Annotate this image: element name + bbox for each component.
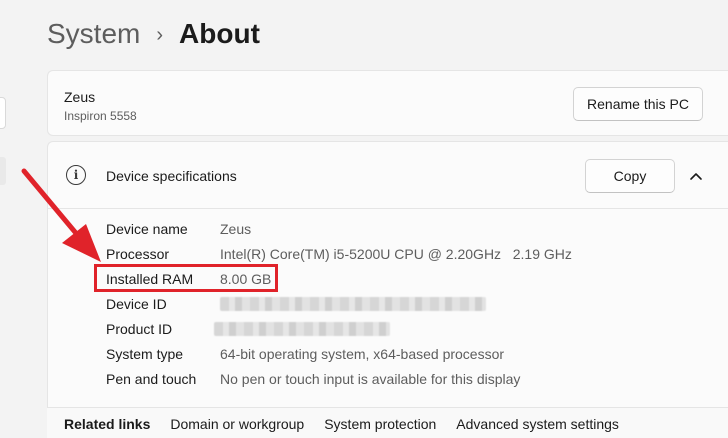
spec-value: No pen or touch input is available for t…: [220, 371, 521, 387]
spec-value: 64-bit operating system, x64-based proce…: [220, 346, 505, 362]
device-specifications-title: Device specifications: [106, 168, 237, 184]
device-specifications-card: i Device specifications Copy Device name…: [47, 141, 728, 438]
spec-label: Product ID: [106, 321, 173, 337]
spec-row-system-type: System type 64-bit operating system, x64…: [106, 343, 504, 365]
spec-row-product-id: Product ID: [106, 318, 390, 340]
redacted-device-id: [220, 297, 486, 311]
spec-row-device-name: Device name Zeus: [106, 218, 251, 240]
chevron-up-icon[interactable]: [686, 166, 706, 186]
link-advanced-system-settings[interactable]: Advanced system settings: [456, 416, 619, 432]
spec-value: 8.00 GB: [220, 271, 272, 287]
spec-row-processor: Processor Intel(R) Core(TM) i5-5200U CPU…: [106, 243, 572, 265]
breadcrumb-system[interactable]: System: [47, 18, 140, 50]
info-icon: i: [66, 165, 86, 185]
related-links-title: Related links: [64, 415, 151, 432]
spec-value: Zeus: [220, 221, 252, 237]
spec-label: Pen and touch: [106, 371, 197, 387]
link-system-protection[interactable]: System protection: [324, 416, 436, 432]
link-domain-or-workgroup[interactable]: Domain or workgroup: [170, 416, 304, 432]
sidebar-edge: [0, 0, 10, 438]
spec-label: Device name: [106, 221, 188, 237]
spec-value: Intel(R) Core(TM) i5-5200U CPU @ 2.20GHz…: [220, 246, 572, 262]
rename-pc-button[interactable]: Rename this PC: [573, 87, 703, 121]
redacted-product-id: [214, 322, 390, 336]
device-name-card: Zeus Inspiron 5558 Rename this PC: [47, 70, 728, 136]
sidebar-selected-item-edge[interactable]: [0, 157, 6, 185]
device-specifications-header[interactable]: i Device specifications Copy: [48, 142, 728, 209]
chevron-right-icon: ›: [156, 23, 164, 46]
spec-label: System type: [106, 346, 184, 362]
spec-label: Installed RAM: [106, 271, 194, 287]
device-name: Zeus: [64, 89, 96, 105]
device-model: Inspiron 5558: [64, 109, 137, 123]
related-links-bar: Related links Domain or workgroup System…: [47, 407, 728, 438]
breadcrumb: System › About: [47, 12, 260, 56]
spec-label: Processor: [106, 246, 170, 262]
sidebar-search-box-edge[interactable]: [0, 97, 6, 129]
page-title: About: [179, 18, 260, 49]
spec-row-installed-ram: Installed RAM 8.00 GB: [106, 268, 271, 290]
spec-row-pen-and-touch: Pen and touch No pen or touch input is a…: [106, 368, 520, 390]
copy-button[interactable]: Copy: [585, 159, 675, 193]
spec-row-device-id: Device ID: [106, 293, 486, 315]
spec-label: Device ID: [106, 296, 167, 312]
